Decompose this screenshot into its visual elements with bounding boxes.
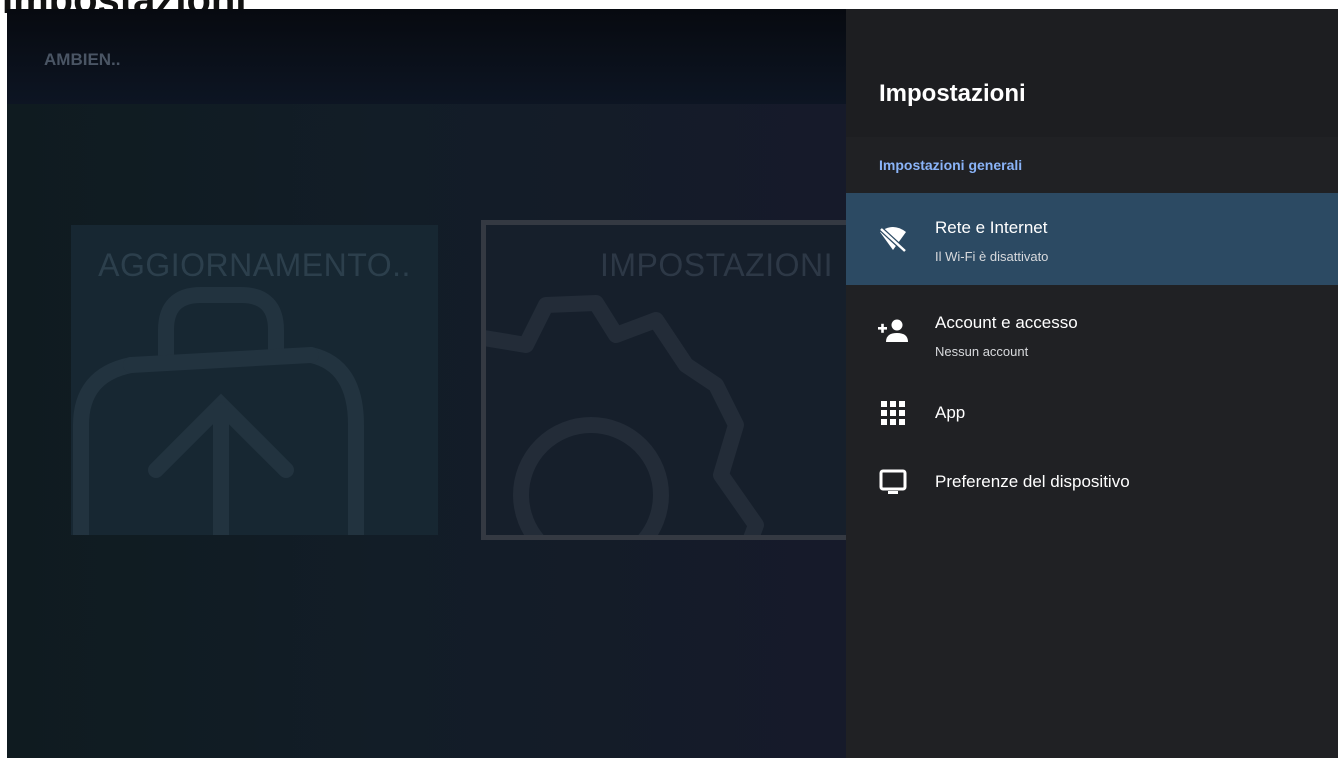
section-header-general: Impostazioni generali bbox=[879, 157, 1023, 173]
menu-item-accounts-subtitle: Nessun account bbox=[935, 344, 1029, 359]
menu-item-apps[interactable]: App bbox=[846, 381, 1338, 441]
panel-title: Impostazioni bbox=[879, 80, 1026, 107]
menu-item-network-title: Rete e Internet bbox=[935, 218, 1048, 237]
update-bag-icon bbox=[73, 287, 364, 535]
tile-update[interactable]: AGGIORNAMENTO.. bbox=[71, 225, 438, 535]
menu-item-network-subtitle: Il Wi-Fi è disattivato bbox=[935, 249, 1049, 264]
tile-settings[interactable]: IMPOSTAZIONI bbox=[481, 220, 861, 540]
menu-item-network[interactable]: Rete e Internet Il Wi-Fi è disattivato bbox=[846, 193, 1338, 285]
tv-display-icon bbox=[879, 469, 907, 494]
menu-item-accounts-title: Account e accesso bbox=[935, 313, 1078, 332]
menu-item-accounts[interactable]: Account e accesso Nessun account bbox=[846, 291, 1338, 371]
menu-item-device-preferences-title: Preferenze del dispositivo bbox=[935, 472, 1130, 491]
menu-item-apps-title: App bbox=[935, 403, 966, 422]
wifi-off-icon bbox=[879, 227, 907, 253]
add-person-icon bbox=[878, 319, 908, 342]
gear-icon bbox=[486, 295, 764, 535]
launcher-top-bar bbox=[7, 9, 847, 104]
ambient-label: AMBIEN.. bbox=[44, 50, 121, 69]
settings-panel: Impostazioni Impostazioni generali Rete … bbox=[846, 9, 1338, 758]
settings-panel-header: Impostazioni bbox=[846, 9, 1338, 137]
menu-item-device-preferences[interactable]: Preferenze del dispositivo bbox=[846, 451, 1338, 511]
apps-grid-icon bbox=[881, 401, 905, 425]
tv-screen: AMBIEN.. AGGIORNAMENTO.. IMPOSTAZIONI Im… bbox=[7, 9, 1338, 758]
